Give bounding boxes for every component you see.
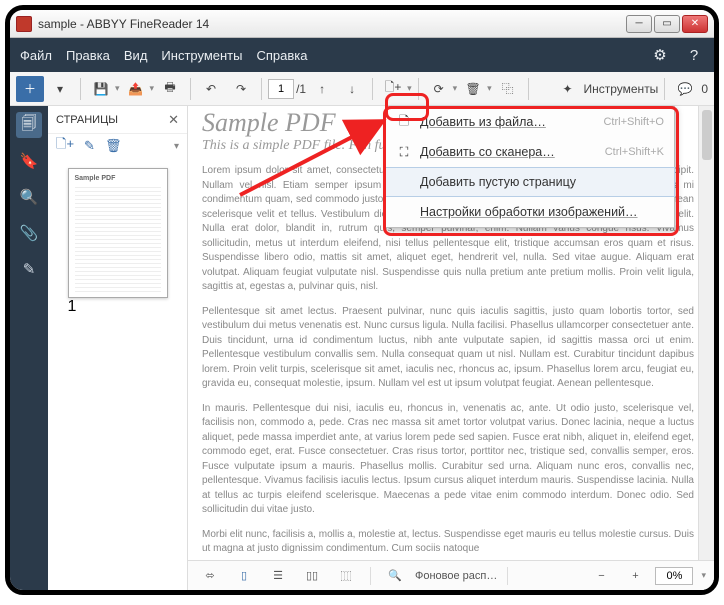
image-settings-item[interactable]: Настройки обработки изображений… xyxy=(386,197,674,227)
delete-button[interactable]: 🗑 xyxy=(459,76,487,102)
sidebar-dropdown[interactable]: ▾ xyxy=(46,76,74,102)
app-icon xyxy=(16,16,32,32)
attachments-tab-icon[interactable]: 📎 xyxy=(16,220,42,246)
file-plus-icon: 🗋 xyxy=(396,114,412,130)
edit-page-icon[interactable]: ✎ xyxy=(84,138,95,154)
bookmarks-tab-icon[interactable]: 🔖 xyxy=(16,148,42,174)
dd-shortcut: Ctrl+Shift+O xyxy=(603,116,664,128)
menu-help[interactable]: Справка xyxy=(256,48,307,63)
panel-menu-icon[interactable]: ▾ xyxy=(174,141,179,152)
save-button[interactable]: 💾 xyxy=(87,76,115,102)
zoom-input[interactable] xyxy=(655,567,693,585)
help-icon[interactable]: ? xyxy=(684,45,704,65)
dd-label: Добавить со сканера… xyxy=(420,145,555,159)
page-thumbnail[interactable]: Sample PDF xyxy=(68,168,168,298)
magic-button[interactable]: ✦ xyxy=(553,76,581,102)
dd-label: Настройки обработки изображений… xyxy=(420,205,638,219)
fit-width-icon[interactable]: ⬄ xyxy=(196,563,224,589)
comments-count: 0 xyxy=(701,82,708,96)
pages-panel: СТРАНИЦЫ ✕ 🗋+ ✎ 🗑 ▾ Sample PDF 1 xyxy=(48,106,188,590)
side-strip: 🗐 🔖 🔍 📎 ✎ xyxy=(10,106,48,590)
two-page-continuous-icon[interactable]: ⿲ xyxy=(332,563,360,589)
add-page-dropdown: 🗋 Добавить из файла… Ctrl+Shift+O ⛶ Доба… xyxy=(385,106,675,228)
doc-paragraph: Morbi elit nunc, facilisis a, mollis a, … xyxy=(202,528,694,557)
redo-button[interactable]: ↷ xyxy=(227,76,255,102)
vertical-scrollbar[interactable] xyxy=(698,106,714,560)
signatures-tab-icon[interactable]: ✎ xyxy=(16,256,42,282)
zoom-dropdown-icon[interactable]: ▾ xyxy=(701,570,706,581)
zoom-tool-icon[interactable]: 🔍 xyxy=(381,563,409,589)
doc-paragraph: In mauris. Pellentesque dui nisi, iaculi… xyxy=(202,402,694,518)
print-button[interactable]: 🖶 xyxy=(156,76,184,102)
thumbnail-number: 1 xyxy=(68,298,168,316)
tools-label[interactable]: Инструменты xyxy=(583,82,658,96)
settings-icon[interactable]: ⚙ xyxy=(650,45,670,65)
add-page-button[interactable]: 🗋+ xyxy=(379,76,407,102)
window-title: sample - ABBYY FineReader 14 xyxy=(38,17,626,31)
menu-edit[interactable]: Правка xyxy=(66,48,110,63)
scanner-icon: ⛶ xyxy=(396,144,412,160)
comments-button[interactable]: 💬 xyxy=(671,76,699,102)
dd-label: Добавить из файла… xyxy=(420,115,546,129)
dd-label: Добавить пустую страницу xyxy=(420,175,576,189)
close-button[interactable]: ✕ xyxy=(682,15,708,33)
add-page-icon[interactable]: 🗋+ xyxy=(56,135,74,157)
background-recognition-label[interactable]: Фоновое расп… xyxy=(415,570,497,582)
maximize-button[interactable]: ▭ xyxy=(654,15,680,33)
two-page-icon[interactable]: ▯▯ xyxy=(298,563,326,589)
continuous-icon[interactable]: ☰ xyxy=(264,563,292,589)
dd-shortcut: Ctrl+Shift+K xyxy=(605,146,664,158)
delete-page-icon[interactable]: 🗑 xyxy=(105,138,122,154)
minimize-button[interactable]: ─ xyxy=(626,15,652,33)
page-up-button[interactable]: ↑ xyxy=(308,76,336,102)
page-down-button[interactable]: ↓ xyxy=(338,76,366,102)
zoom-out-button[interactable]: − xyxy=(587,563,615,589)
titlebar: sample - ABBYY FineReader 14 ─ ▭ ✕ xyxy=(10,10,714,38)
bottom-bar: ⬄ ▯ ☰ ▯▯ ⿲ 🔍 Фоновое расп… − + ▾ xyxy=(188,560,714,590)
add-from-file-item[interactable]: 🗋 Добавить из файла… Ctrl+Shift+O xyxy=(386,107,674,137)
zoom-in-button[interactable]: + xyxy=(621,563,649,589)
rotate-button[interactable]: ⟳ xyxy=(425,76,453,102)
crop-button[interactable]: ⿻ xyxy=(494,76,522,102)
pages-tab-icon[interactable]: 🗐 xyxy=(16,112,42,138)
doc-paragraph: Pellentesque sit amet lectus. Praesent p… xyxy=(202,305,694,392)
toolbar: ＋ ▾ 💾▾ 📤▾ 🖶 ↶ ↷ /1 ↑ ↓ 🗋+▾ ⟳▾ 🗑▾ ⿻ ✦ Инс… xyxy=(10,72,714,106)
close-panel-icon[interactable]: ✕ xyxy=(168,112,179,128)
add-from-scanner-item[interactable]: ⛶ Добавить со сканера… Ctrl+Shift+K xyxy=(386,137,674,167)
menubar: Файл Правка Вид Инструменты Справка ⚙ ? xyxy=(10,38,714,72)
pages-panel-title: СТРАНИЦЫ xyxy=(56,114,118,126)
export-button[interactable]: 📤 xyxy=(122,76,150,102)
page-total: /1 xyxy=(296,82,306,96)
undo-button[interactable]: ↶ xyxy=(197,76,225,102)
new-button[interactable]: ＋ xyxy=(16,76,44,102)
add-blank-page-item[interactable]: Добавить пустую страницу xyxy=(385,167,675,197)
search-tab-icon[interactable]: 🔍 xyxy=(16,184,42,210)
menu-view[interactable]: Вид xyxy=(124,48,148,63)
menu-file[interactable]: Файл xyxy=(20,48,52,63)
single-page-icon[interactable]: ▯ xyxy=(230,563,258,589)
page-input[interactable] xyxy=(268,79,294,99)
menu-tools[interactable]: Инструменты xyxy=(161,48,242,63)
